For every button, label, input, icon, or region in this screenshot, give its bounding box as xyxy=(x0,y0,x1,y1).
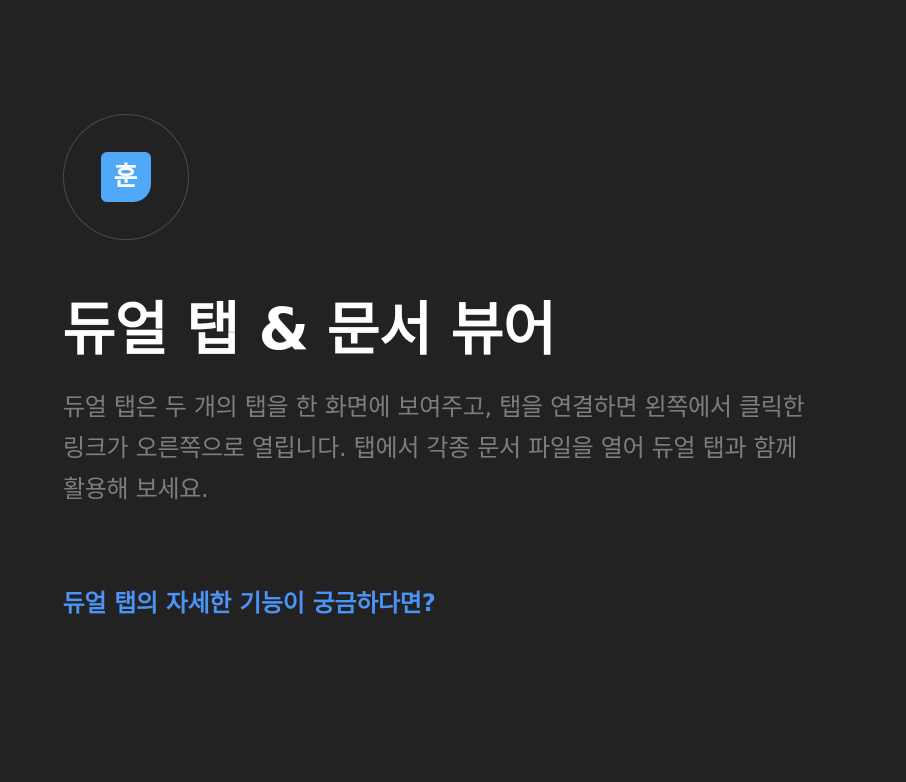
page-title: 듀얼 탭 & 문서 뷰어 xyxy=(63,295,557,363)
logo-ring: 훈 xyxy=(63,114,189,240)
dual-tab-intro-page: 훈 듀얼 탭 & 문서 뷰어 듀얼 탭은 두 개의 탭을 한 화면에 보여주고,… xyxy=(0,0,906,782)
learn-more-link[interactable]: 듀얼 탭의 자세한 기능이 궁금하다면? xyxy=(63,583,436,618)
logo-glyph: 훈 xyxy=(114,162,138,192)
hangul-hoon-logo-icon: 훈 xyxy=(101,152,151,202)
feature-description: 듀얼 탭은 두 개의 탭을 한 화면에 보여주고, 탭을 연결하면 왼쪽에서 클… xyxy=(63,393,805,503)
